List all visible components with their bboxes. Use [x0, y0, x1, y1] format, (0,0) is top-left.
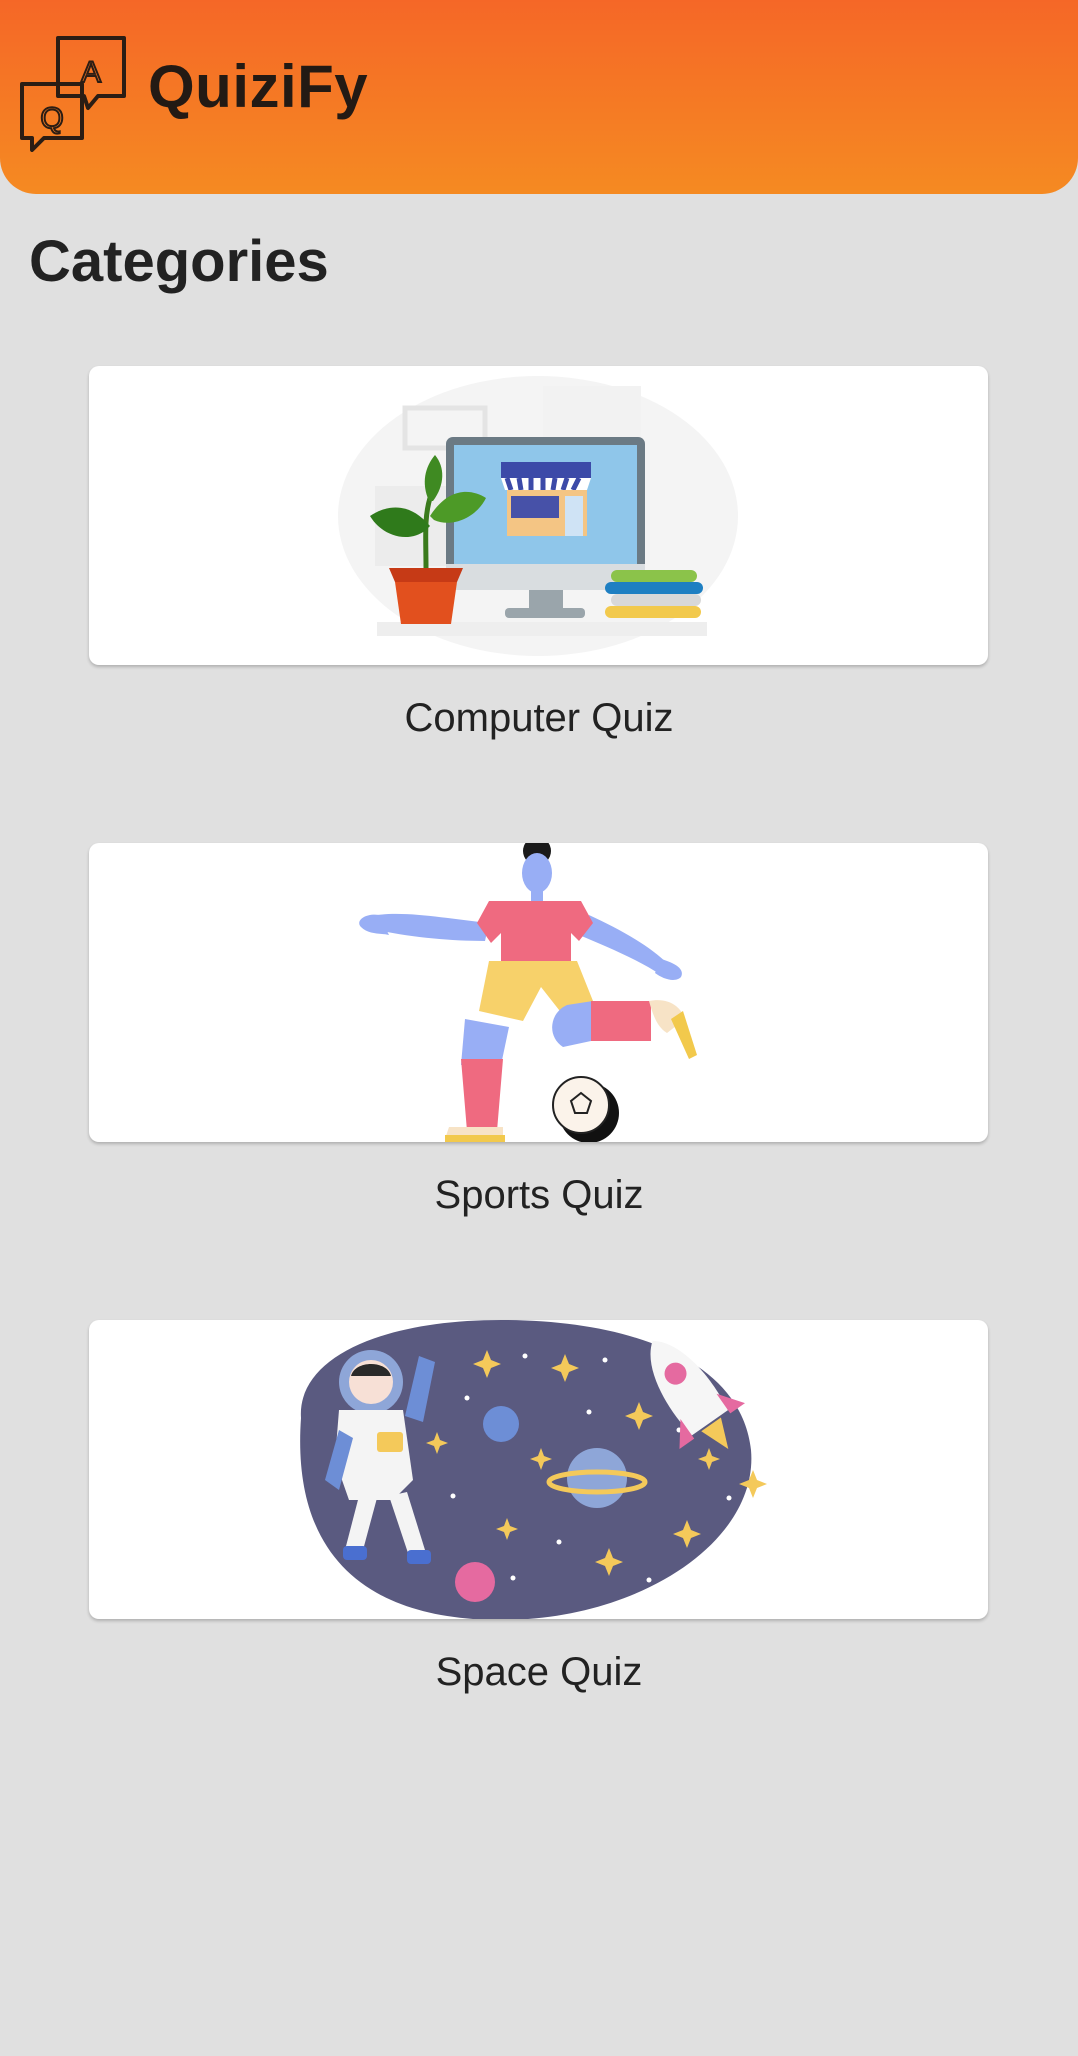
- logo-letter-a: A: [81, 56, 101, 89]
- category-label-computer[interactable]: Computer Quiz: [0, 696, 1078, 741]
- computer-desk-illustration: [338, 376, 738, 656]
- astronaut-space-illustration: [300, 1320, 767, 1619]
- chat-bubbles-qa-icon: A Q: [20, 36, 126, 152]
- soccer-player-illustration: [359, 843, 697, 1142]
- category-card-sports[interactable]: [89, 843, 988, 1142]
- category-card-computer[interactable]: [89, 366, 988, 665]
- category-label-space[interactable]: Space Quiz: [0, 1650, 1078, 1695]
- app-title: QuiziFy: [148, 53, 369, 120]
- page-title: Categories: [29, 229, 329, 294]
- category-card-space[interactable]: [89, 1320, 988, 1619]
- category-label-sports[interactable]: Sports Quiz: [0, 1173, 1078, 1218]
- app-header: A Q QuiziFy: [0, 0, 1078, 194]
- logo-letter-q: Q: [40, 102, 63, 135]
